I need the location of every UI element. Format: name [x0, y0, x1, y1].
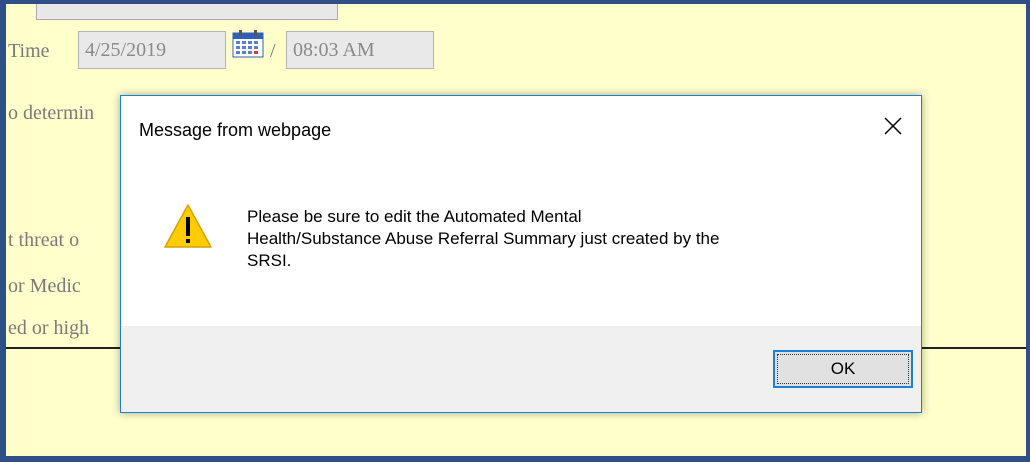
warning-icon: [164, 204, 212, 248]
dialog-message: Please be sure to edit the Automated Men…: [247, 206, 887, 272]
top-text-field[interactable]: [36, 4, 338, 20]
message-line-2: Health/Substance Abuse Referral Summary …: [247, 229, 720, 248]
partial-text-1: o determin: [8, 102, 95, 124]
date-time-separator: /: [270, 40, 276, 62]
message-line-1: Please be sure to edit the Automated Men…: [247, 207, 582, 226]
time-label: Time: [8, 40, 50, 62]
message-dialog: Message from webpage Please be sure to e…: [120, 95, 922, 413]
dialog-title: Message from webpage: [139, 120, 332, 140]
partial-text-3: or Medic: [8, 275, 81, 297]
close-icon: [884, 117, 902, 135]
partial-text-2: t threat o: [8, 229, 80, 251]
date-input[interactable]: 4/25/2019: [78, 31, 226, 69]
message-line-3: SRSI.: [247, 251, 292, 270]
dialog-footer: OK: [121, 326, 921, 412]
time-input[interactable]: 08:03 AM: [286, 31, 434, 69]
partial-text-4: ed or high: [8, 317, 90, 339]
ok-button[interactable]: OK: [773, 350, 913, 388]
close-button[interactable]: [877, 110, 909, 142]
calendar-icon[interactable]: [232, 30, 264, 58]
